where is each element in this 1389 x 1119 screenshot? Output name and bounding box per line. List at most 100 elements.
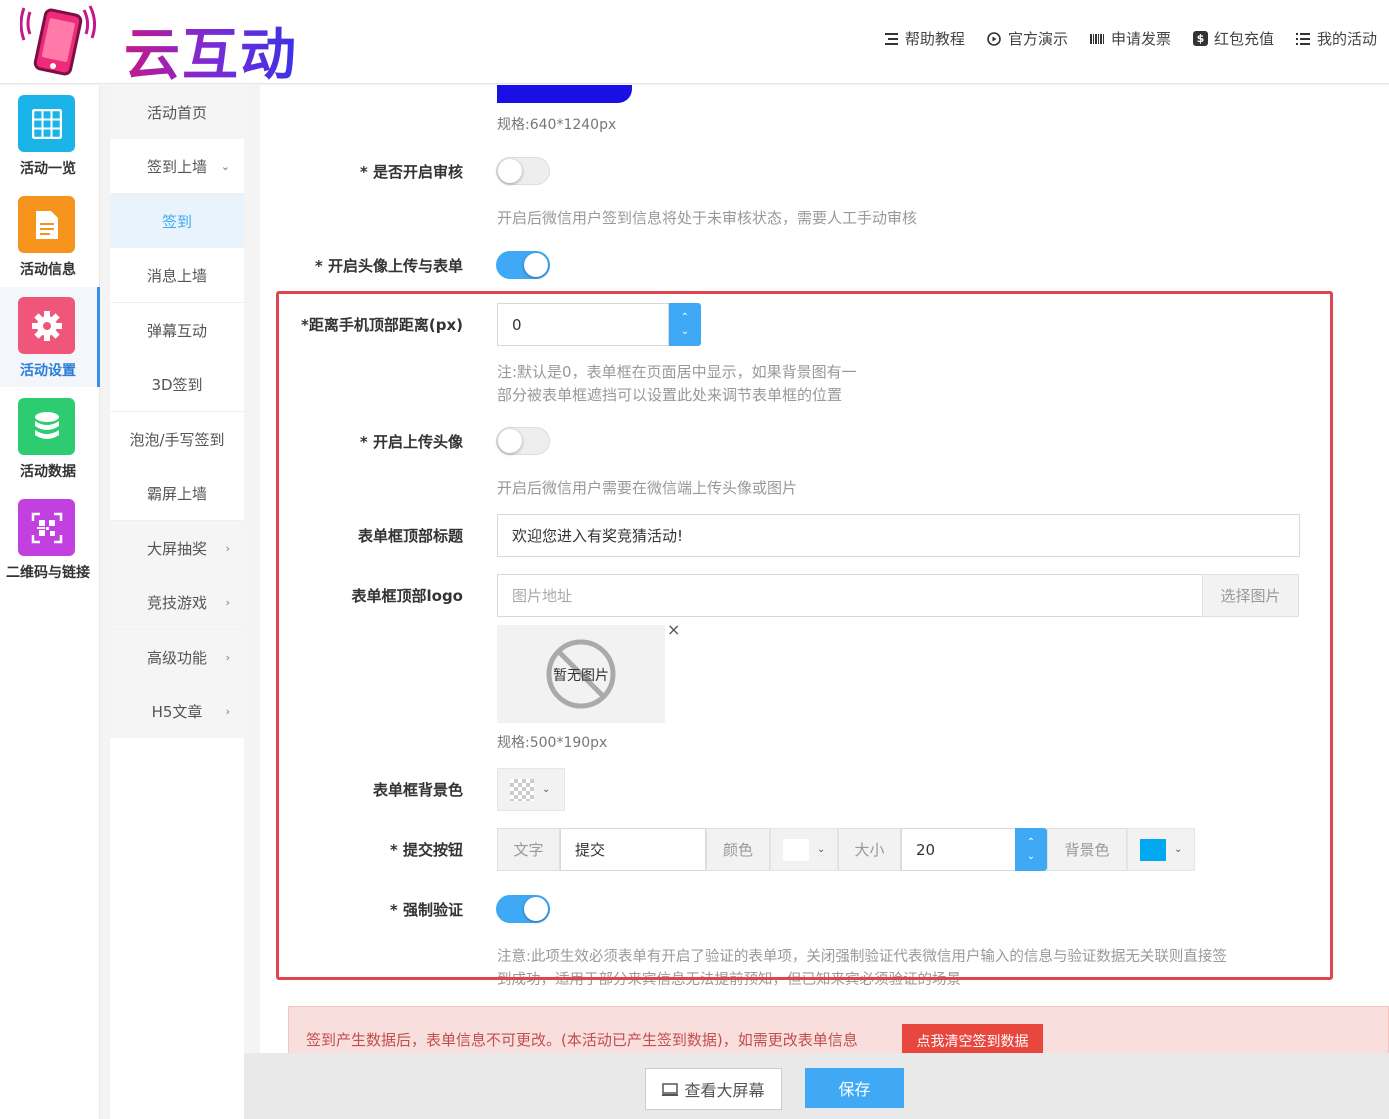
logo-spec-text: 规格:500*190px [497, 735, 608, 751]
choose-image-button[interactable]: 选择图片 [1202, 574, 1299, 617]
review-toggle[interactable] [496, 157, 550, 185]
submit-bg-addon: 背景色 [1047, 828, 1127, 871]
phone-logo-icon [20, 5, 97, 76]
submenu-label: 泡泡/手写签到 [129, 430, 225, 449]
submenu-item-signin-wall[interactable]: 签到上墙 ⌄ [110, 139, 244, 193]
monitor-icon [662, 1082, 679, 1096]
header: 云互动 帮助教程 官方演示 申请发票 $ 红包充值 我的活动 [0, 0, 1389, 88]
submenu-item-screen-wall[interactable]: 霸屏上墙 [110, 466, 244, 520]
submit-size-stepper[interactable]: ⌃ ⌄ [1015, 828, 1047, 871]
top-distance-stepper[interactable]: ⌃ ⌄ [669, 303, 701, 346]
top-distance-input[interactable]: 0 [497, 303, 669, 346]
dollar-icon: $ [1192, 31, 1208, 46]
toggle-knob [498, 429, 522, 453]
submenu-label: 竞技游戏 [146, 593, 207, 612]
bg-spec-text: 规格:640*1240px [497, 117, 617, 133]
nav-my-activities-label: 我的活动 [1316, 30, 1377, 48]
submenu-item-advanced[interactable]: 高级功能 › [110, 630, 244, 684]
submenu-label: H5文章 [151, 702, 203, 721]
sidebar-item-activity-settings[interactable]: 活动设置 [0, 287, 100, 387]
background-image-preview[interactable] [497, 85, 632, 103]
toggle-knob [498, 159, 522, 183]
chevron-right-icon: › [225, 650, 230, 664]
nav-invoice[interactable]: 申请发票 [1090, 28, 1171, 49]
submenu-item-signin[interactable]: 签到 [110, 194, 244, 248]
chevron-right-icon: › [225, 595, 230, 609]
force-verify-hint-2: 到成功，适用于部分来宾信息无法提前预知，但已知来宾必须验证的场景 [497, 972, 961, 988]
force-verify-toggle[interactable] [496, 895, 550, 923]
sidebar-item-activity-data[interactable]: 活动数据 [0, 388, 100, 488]
submenu-item-games[interactable]: 竞技游戏 › [110, 575, 244, 629]
review-hint: 开启后微信用户签到信息将处于未审核状态，需要人工手动审核 [497, 209, 918, 227]
chevron-down-icon[interactable]: ⌄ [681, 325, 689, 339]
close-icon[interactable]: × [667, 620, 680, 639]
upload-avatar-toggle[interactable] [496, 427, 550, 455]
submenu-item-message-wall[interactable]: 消息上墙 [110, 248, 244, 302]
chevron-up-icon[interactable]: ⌃ [681, 311, 689, 325]
submenu-item-h5-article[interactable]: H5文章 › [110, 684, 244, 738]
submit-text-addon: 文字 [497, 828, 560, 871]
toggle-knob [524, 253, 548, 277]
chevron-down-icon: ⌄ [817, 844, 826, 855]
chevron-down-icon: ⌄ [542, 784, 551, 795]
logo[interactable]: 云互动 [20, 4, 310, 88]
nav-invoice-label: 申请发票 [1110, 30, 1171, 48]
submit-button-label: * 提交按钮 [389, 841, 463, 859]
transparent-swatch [510, 778, 534, 801]
submenu-item-3d-signin[interactable]: 3D签到 [110, 357, 244, 411]
top-title-input[interactable]: 欢迎您进入有奖竞猜活动! [497, 514, 1300, 557]
nav-my-activities[interactable]: 我的活动 [1296, 28, 1377, 49]
chevron-down-icon[interactable]: ⌄ [1027, 850, 1035, 864]
submit-color-picker[interactable]: ⌄ [770, 828, 838, 871]
submenu-item-danmaku[interactable]: 弹幕互动 [110, 303, 244, 357]
nav-help-label: 帮助教程 [904, 30, 965, 48]
sidebar-label: 活动设置 [20, 363, 76, 379]
alert-text: 签到产生数据后，表单信息不可更改。(本活动已产生签到数据)，如需更改表单信息 [306, 1031, 858, 1049]
top-title-label: 表单框顶部标题 [357, 527, 463, 545]
bullet-list-icon [1296, 31, 1311, 46]
submit-size-input[interactable]: 20 [901, 828, 1016, 871]
bg-color-label: 表单框背景色 [372, 781, 463, 799]
submenu-item-home[interactable]: 活动首页 [110, 85, 244, 139]
preview-label: 查看大屏幕 [684, 1081, 765, 1100]
sidebar-item-activity-list[interactable]: 活动一览 [0, 85, 100, 185]
top-distance-label: *距离手机顶部距离(px) [301, 316, 463, 334]
sidebar-item-activity-info[interactable]: 活动信息 [0, 186, 100, 286]
submit-text-input[interactable]: 提交 [560, 828, 706, 871]
bg-color-picker[interactable]: ⌄ [497, 768, 565, 811]
chevron-right-icon: › [225, 541, 230, 555]
save-button[interactable]: 保存 [805, 1068, 904, 1108]
top-logo-url-input[interactable]: 图片地址 [497, 574, 1203, 617]
nav-demo[interactable]: 官方演示 [987, 28, 1068, 49]
submenu-label: 高级功能 [146, 648, 207, 667]
preview-screen-button[interactable]: 查看大屏幕 [645, 1068, 782, 1110]
submenu-item-lottery[interactable]: 大屏抽奖 › [110, 521, 244, 575]
force-verify-label: * 强制验证 [389, 901, 463, 919]
logo-text: 云互动 [124, 10, 298, 91]
submenu-label: 弹幕互动 [146, 321, 207, 340]
submit-bg-color-picker[interactable]: ⌄ [1127, 828, 1195, 871]
top-distance-hint-2: 部分被表单框遮挡可以设置此处来调节表单框的位置 [497, 386, 843, 404]
submenu-label: 霸屏上墙 [146, 484, 207, 503]
sidebar-label: 活动信息 [20, 262, 76, 278]
qrcode-icon [18, 499, 75, 556]
white-swatch [783, 838, 809, 861]
barcode-icon [1090, 31, 1105, 46]
nav-help[interactable]: 帮助教程 [884, 28, 965, 49]
chevron-up-icon[interactable]: ⌃ [1027, 836, 1035, 850]
sidebar-label: 活动数据 [20, 464, 76, 480]
nav-recharge[interactable]: $ 红包充值 [1192, 28, 1274, 49]
upload-avatar-label: * 开启上传头像 [359, 433, 463, 451]
list-icon [884, 31, 899, 46]
no-image-text: 暂无图片 [553, 668, 609, 684]
sidebar-item-qrcode[interactable]: 二维码与链接 [0, 489, 100, 589]
blue-swatch [1140, 838, 1166, 861]
avatar-form-toggle[interactable] [496, 251, 550, 279]
document-icon [18, 196, 75, 253]
submenu-item-bubble-signin[interactable]: 泡泡/手写签到 [110, 412, 244, 466]
submenu-label: 活动首页 [146, 103, 207, 122]
upload-avatar-hint: 开启后微信用户需要在微信端上传头像或图片 [497, 479, 798, 497]
chevron-right-icon: › [225, 704, 230, 718]
submenu-label: 大屏抽奖 [146, 539, 207, 558]
submit-color-addon: 颜色 [706, 828, 770, 871]
